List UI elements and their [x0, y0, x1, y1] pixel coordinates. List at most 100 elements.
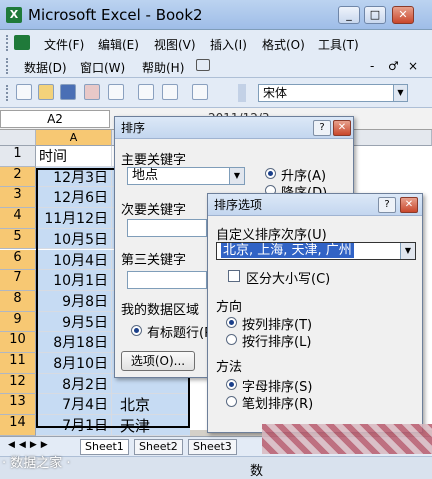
- sheet-tab-1[interactable]: Sheet1: [80, 439, 129, 455]
- row-header[interactable]: 5: [0, 228, 36, 250]
- primary-key-value: 地点: [132, 168, 159, 183]
- menu-window[interactable]: 窗口(W): [80, 59, 125, 76]
- sheet-tab-2[interactable]: Sheet2: [134, 439, 183, 455]
- doc-minimize-button[interactable]: -: [370, 59, 374, 73]
- chevron-down-icon[interactable]: ▼: [229, 168, 244, 184]
- binoculars-icon[interactable]: [196, 59, 210, 71]
- by-row-radio[interactable]: [226, 334, 237, 345]
- row-header[interactable]: 10: [0, 332, 36, 353]
- row-header[interactable]: 14: [0, 415, 36, 436]
- permission-icon[interactable]: [84, 84, 100, 100]
- chevron-down-icon[interactable]: ▼: [393, 85, 407, 101]
- spelling-icon[interactable]: [162, 84, 178, 100]
- doc-restore-button[interactable]: ♂: [388, 59, 399, 73]
- close-button[interactable]: ✕: [392, 6, 414, 24]
- row-header[interactable]: 11: [0, 353, 36, 374]
- watermark-overlay: [262, 424, 432, 454]
- workbook-icon[interactable]: [14, 35, 30, 50]
- tab-scroll-arrows-icon[interactable]: ◀◀▶▶: [8, 440, 52, 450]
- third-key-label: 第三关键字: [121, 253, 187, 268]
- row-header[interactable]: 12: [0, 373, 36, 395]
- alphabetic-radio[interactable]: [226, 379, 237, 390]
- stroke-radio[interactable]: [226, 396, 237, 407]
- cell-a[interactable]: 10月5日: [36, 228, 112, 250]
- cell-a[interactable]: 7月1日: [36, 415, 112, 436]
- secondary-key-label: 次要关键字: [121, 203, 187, 218]
- column-header-a[interactable]: A: [36, 130, 112, 146]
- direction-label: 方向: [216, 300, 243, 315]
- cell-a[interactable]: 9月5日: [36, 311, 112, 333]
- cell-a[interactable]: 8月18日: [36, 332, 112, 353]
- cell-a[interactable]: 时间: [36, 146, 112, 167]
- save-icon[interactable]: [60, 84, 76, 100]
- help-icon[interactable]: ?: [313, 120, 331, 136]
- doc-close-button[interactable]: ×: [408, 59, 418, 73]
- toolbar-options-icon[interactable]: [238, 84, 246, 102]
- options-button[interactable]: 选项(O)...: [121, 351, 195, 371]
- select-all-corner[interactable]: [0, 130, 36, 146]
- name-box[interactable]: A2: [0, 110, 110, 128]
- menu-insert[interactable]: 插入(I): [210, 36, 247, 53]
- row-header[interactable]: 7: [0, 270, 36, 291]
- row-header[interactable]: 9: [0, 311, 36, 333]
- excel-app-icon: X: [6, 7, 22, 23]
- header-row-radio[interactable]: [131, 325, 142, 336]
- cell-b[interactable]: 北京: [112, 394, 190, 416]
- data-range-label: 我的数据区域: [121, 303, 200, 318]
- menu-grip-icon: [6, 58, 9, 74]
- row-header[interactable]: 6: [0, 249, 36, 271]
- row-header[interactable]: 8: [0, 290, 36, 312]
- case-sensitive-checkbox[interactable]: [228, 270, 240, 282]
- case-sensitive-label[interactable]: 区分大小写(C): [246, 268, 330, 287]
- print-icon[interactable]: [108, 84, 124, 100]
- third-key-select[interactable]: [127, 271, 207, 289]
- print-preview-icon[interactable]: [138, 84, 154, 100]
- menu-help[interactable]: 帮助(H): [142, 59, 184, 76]
- cell-a[interactable]: 10月4日: [36, 249, 112, 271]
- open-folder-icon[interactable]: [38, 84, 54, 100]
- by-column-radio[interactable]: [226, 317, 237, 328]
- primary-key-label: 主要关键字: [121, 153, 187, 168]
- close-icon[interactable]: ✕: [333, 120, 351, 136]
- ascending-radio[interactable]: [265, 168, 276, 179]
- watermark-text: · 数据之家 ·: [2, 456, 71, 471]
- row-header[interactable]: 13: [0, 394, 36, 416]
- menu-data[interactable]: 数据(D): [24, 59, 67, 76]
- cell-a[interactable]: 7月4日: [36, 394, 112, 416]
- cell-b[interactable]: 天津: [112, 415, 190, 436]
- stroke-label[interactable]: 笔划排序(R): [242, 393, 313, 412]
- row-header[interactable]: 2: [0, 166, 36, 188]
- cell-a[interactable]: 10月1日: [36, 270, 112, 291]
- custom-order-label: 自定义排序次序(U): [216, 228, 327, 243]
- sheet-tab-3[interactable]: Sheet3: [188, 439, 237, 455]
- menu-edit[interactable]: 编辑(E): [98, 36, 139, 53]
- menu-tools[interactable]: 工具(T): [318, 36, 359, 53]
- window-title: Microsoft Excel - Book2: [28, 6, 203, 24]
- toolbar-grip-icon: [6, 85, 9, 101]
- secondary-key-select[interactable]: [127, 219, 207, 237]
- menu-view[interactable]: 视图(V): [154, 36, 196, 53]
- row-header[interactable]: 4: [0, 208, 36, 229]
- font-select[interactable]: 宋体 ▼: [258, 84, 408, 102]
- cell-a[interactable]: 8月2日: [36, 373, 112, 395]
- standard-toolbar: 宋体 ▼: [0, 78, 432, 108]
- row-header[interactable]: 1: [0, 146, 36, 167]
- cell-a[interactable]: 8月10日: [36, 353, 112, 374]
- menu-format[interactable]: 格式(O): [262, 36, 305, 53]
- row-header[interactable]: 3: [0, 187, 36, 209]
- by-row-label[interactable]: 按行排序(L): [242, 331, 311, 350]
- chevron-down-icon[interactable]: ▼: [400, 243, 415, 259]
- primary-key-select[interactable]: 地点 ▼: [127, 167, 245, 185]
- cell-a[interactable]: 11月12日: [36, 208, 112, 229]
- new-icon[interactable]: [16, 84, 32, 100]
- cell-a[interactable]: 12月3日: [36, 166, 112, 188]
- research-icon[interactable]: [192, 84, 208, 100]
- cell-a[interactable]: 9月8日: [36, 290, 112, 312]
- maximize-button[interactable]: □: [364, 6, 386, 24]
- minimize-button[interactable]: _: [338, 6, 360, 24]
- menu-file[interactable]: 文件(F): [44, 36, 84, 53]
- help-icon[interactable]: ?: [378, 197, 396, 213]
- cell-a[interactable]: 12月6日: [36, 187, 112, 209]
- custom-order-select[interactable]: 北京, 上海, 天津, 广州 ▼: [216, 242, 416, 260]
- close-icon[interactable]: ✕: [400, 197, 418, 213]
